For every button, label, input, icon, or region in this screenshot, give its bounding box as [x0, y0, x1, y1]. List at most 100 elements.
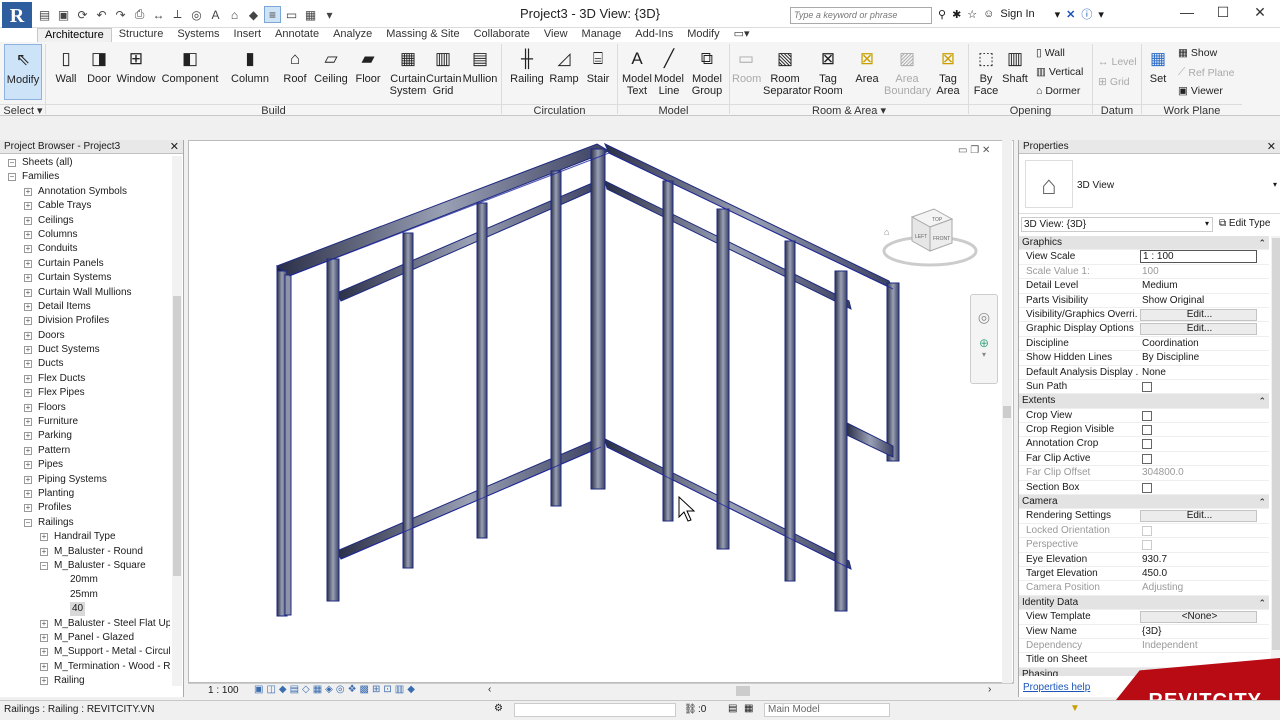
tree-item[interactable]: + Flex Ducts: [0, 372, 170, 386]
editing-requests-icon[interactable]: ⛓: [684, 704, 697, 715]
mullion-tool[interactable]: ▤ Mullion: [462, 44, 498, 100]
tree-item[interactable]: + Piping Systems: [0, 473, 170, 487]
view-scale[interactable]: 1 : 100: [208, 685, 239, 696]
collapse-icon[interactable]: ⌃: [1258, 236, 1266, 250]
worksets-icon[interactable]: ⚙: [494, 703, 503, 714]
edit-type-button[interactable]: ⧉ Edit Type: [1219, 218, 1270, 229]
tree-item[interactable]: − Families: [0, 170, 170, 184]
expand-icon[interactable]: +: [24, 245, 32, 254]
expand-icon[interactable]: +: [24, 216, 32, 225]
room-tool[interactable]: ▭ Room: [732, 44, 761, 100]
expand-icon[interactable]: +: [24, 432, 32, 441]
expand-icon[interactable]: +: [24, 346, 32, 355]
chevron-down-icon[interactable]: ▾: [971, 350, 997, 359]
collapse-icon[interactable]: ⌃: [1258, 495, 1266, 509]
property-value[interactable]: Edit...: [1140, 323, 1257, 336]
property-value[interactable]: Coordination: [1140, 337, 1257, 351]
expand-icon[interactable]: +: [40, 662, 48, 671]
tree-item[interactable]: + Curtain Systems: [0, 271, 170, 285]
property-value[interactable]: 1 : 100: [1140, 250, 1257, 264]
component-tool[interactable]: ◧ Component: [160, 44, 220, 100]
tab-structure[interactable]: Structure: [112, 28, 171, 42]
tree-item[interactable]: + Conduits: [0, 242, 170, 256]
tree-item[interactable]: + Pipes: [0, 458, 170, 472]
expand-icon[interactable]: +: [24, 360, 32, 369]
expand-icon[interactable]: +: [24, 202, 32, 211]
opening-vertical-button[interactable]: ▥ Vertical: [1036, 66, 1083, 78]
select-panel-label[interactable]: Select ▾: [0, 104, 46, 117]
curtain-system-tool[interactable]: ▦ Curtain System: [388, 44, 428, 100]
maximize-button[interactable]: ☐: [1208, 4, 1238, 24]
minimize-button[interactable]: —: [1172, 4, 1202, 24]
tree-item[interactable]: − M_Baluster - Square: [0, 559, 170, 573]
area-tool[interactable]: ⊠ Area: [852, 44, 882, 100]
tab-add-ins[interactable]: Add-Ins: [628, 28, 680, 42]
tree-item[interactable]: + M_Support - Metal - Circula: [0, 645, 170, 659]
tree-item[interactable]: + Doors: [0, 329, 170, 343]
tree-item[interactable]: 40: [0, 602, 170, 617]
property-category[interactable]: Extents ⌃: [1019, 394, 1269, 409]
tab-view[interactable]: View: [537, 28, 575, 42]
expand-icon[interactable]: +: [24, 274, 32, 283]
checkbox[interactable]: [1142, 453, 1152, 464]
expand-icon[interactable]: +: [24, 187, 32, 196]
zoom-icon[interactable]: ⊕: [971, 336, 997, 350]
star-icon[interactable]: ☆: [967, 8, 977, 21]
floor-tool[interactable]: ▰ Floor: [353, 44, 383, 100]
expand-icon[interactable]: +: [40, 619, 48, 628]
expand-icon[interactable]: +: [24, 230, 32, 239]
property-value[interactable]: None: [1140, 366, 1257, 380]
viewcube[interactable]: TOP LEFT FRONT ⌂: [882, 205, 978, 275]
tree-item[interactable]: + Curtain Wall Mullions: [0, 286, 170, 300]
viewer-button[interactable]: ▣ Viewer: [1178, 85, 1223, 97]
chevron-left-icon[interactable]: ‹: [488, 684, 491, 695]
tree-item[interactable]: + Planting: [0, 487, 170, 501]
curtain-grid-tool[interactable]: ▥ Curtain Grid: [426, 44, 461, 100]
tab-collaborate[interactable]: Collaborate: [467, 28, 537, 42]
tab-annotate[interactable]: Annotate: [268, 28, 326, 42]
close-button[interactable]: ✕: [1245, 4, 1275, 24]
property-category[interactable]: Identity Data ⌃: [1019, 595, 1269, 611]
property-value[interactable]: Edit...: [1140, 510, 1257, 523]
tree-item[interactable]: + Parking: [0, 429, 170, 443]
collapse-icon[interactable]: ⌃: [1258, 596, 1266, 610]
expand-icon[interactable]: +: [24, 317, 32, 326]
tree-item[interactable]: + Cable Trays: [0, 199, 170, 213]
tree-item[interactable]: + Ducts: [0, 357, 170, 371]
show-work-plane-button[interactable]: ▦ Show: [1178, 47, 1217, 59]
property-category[interactable]: Camera ⌃: [1019, 495, 1269, 510]
tree-item[interactable]: + M_Baluster - Steel Flat Upric: [0, 617, 170, 631]
scroll-thumb[interactable]: [173, 296, 181, 576]
tree-item[interactable]: + Columns: [0, 228, 170, 242]
ribbon-options[interactable]: ▭▾: [727, 28, 757, 42]
tag-area-tool[interactable]: ⊠ Tag Area: [933, 44, 963, 100]
property-value[interactable]: 930.7: [1140, 553, 1257, 567]
workset-selector[interactable]: [514, 703, 676, 717]
tree-item[interactable]: − Sheets (all): [0, 156, 170, 170]
expand-icon[interactable]: +: [24, 446, 32, 455]
steering-wheel-icon[interactable]: ◎: [971, 309, 997, 326]
checkbox[interactable]: [1142, 425, 1152, 436]
ceiling-tool[interactable]: ▱ Ceiling: [313, 44, 349, 100]
tree-item[interactable]: + Flex Pipes: [0, 386, 170, 400]
property-value[interactable]: Medium: [1140, 279, 1257, 293]
expand-icon[interactable]: +: [40, 677, 48, 686]
checkbox[interactable]: [1142, 439, 1152, 450]
exchange-icon[interactable]: ✕: [1066, 8, 1075, 21]
tree-item[interactable]: + Division Profiles: [0, 314, 170, 328]
tree-item[interactable]: + Annotation Symbols: [0, 185, 170, 199]
design-option-selector[interactable]: Main Model: [764, 703, 890, 717]
door-tool[interactable]: ◨ Door: [85, 44, 113, 100]
collapse-icon[interactable]: −: [24, 518, 32, 527]
tree-item[interactable]: 25mm: [0, 588, 170, 602]
tree-item[interactable]: + Ceilings: [0, 214, 170, 228]
tree-item[interactable]: + Detail Items: [0, 300, 170, 314]
tree-item[interactable]: 20mm: [0, 573, 170, 587]
expand-icon[interactable]: +: [24, 504, 32, 513]
subscription-icon[interactable]: ✱: [952, 8, 961, 21]
tab-systems[interactable]: Systems: [170, 28, 226, 42]
model-group-tool[interactable]: ⧉ Model Group: [688, 44, 726, 100]
area-boundary-tool[interactable]: ▨ Area Boundary: [884, 44, 931, 100]
expand-icon[interactable]: +: [24, 302, 32, 311]
scroll-thumb[interactable]: [1003, 406, 1011, 418]
